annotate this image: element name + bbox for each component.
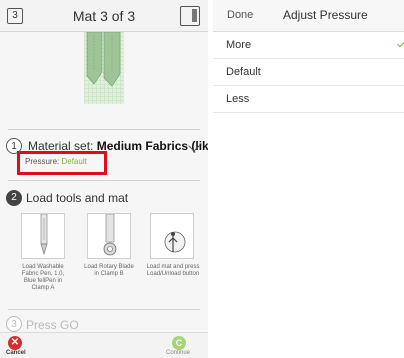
tool-card-rotary-blade <box>87 213 131 259</box>
rotary-blade-icon <box>103 213 117 256</box>
adjust-pressure-panel: Done Adjust Pressure More Default Less <box>213 0 404 358</box>
pen-icon <box>40 213 48 256</box>
continue-button[interactable]: Continue <box>166 350 190 356</box>
tool-caption-rotary-blade: Load Rotary Blade in Clamp B <box>84 264 134 277</box>
mat-preview-panel: 3 Mat 3 of 3 1 Material set: Medium Fabr… <box>0 0 208 358</box>
tool-card-pen <box>21 213 65 259</box>
divider <box>8 180 200 181</box>
tool-caption-load-button: Load mat and press Load/Unload button <box>146 264 200 277</box>
pressure-option-more[interactable]: More <box>213 32 404 59</box>
done-button[interactable]: Done <box>227 9 253 21</box>
press-button-icon <box>164 231 186 253</box>
pressure-setting[interactable]: Pressure: Default <box>25 157 87 166</box>
step-2-label: Load tools and mat <box>26 191 129 205</box>
checkmark-icon <box>397 39 404 48</box>
continue-icon[interactable]: C <box>172 336 186 350</box>
pressure-value: Default <box>61 157 87 166</box>
pressure-label: Pressure: <box>25 157 60 166</box>
mat-header: 3 Mat 3 of 3 <box>0 0 208 32</box>
adjust-pressure-header: Done Adjust Pressure <box>213 0 404 32</box>
adjust-pressure-title: Adjust Pressure <box>283 8 368 22</box>
option-label: More <box>226 39 252 51</box>
cancel-button[interactable]: Cancel <box>6 350 26 356</box>
tool-caption-pen: Load Washable Fabric Pen, 1.0, Blue fell… <box>21 264 65 291</box>
cancel-icon[interactable]: ✕ <box>8 336 22 350</box>
fabric-pieces-icon <box>86 31 121 87</box>
step-2-circle: 2 <box>6 190 22 206</box>
mat-title: Mat 3 of 3 <box>72 8 136 24</box>
tool-card-load-button <box>150 213 194 259</box>
divider <box>8 309 200 310</box>
pressure-option-less[interactable]: Less <box>213 86 404 113</box>
divider <box>8 129 200 130</box>
sidebar-toggle-icon[interactable] <box>180 6 200 26</box>
step-3-circle: 3 <box>6 316 22 332</box>
step-3-label: Press GO <box>26 318 79 332</box>
mat-preview <box>84 31 124 104</box>
pressure-option-default[interactable]: Default <box>213 59 404 86</box>
option-label: Less <box>226 93 250 105</box>
option-label: Default <box>226 66 261 78</box>
